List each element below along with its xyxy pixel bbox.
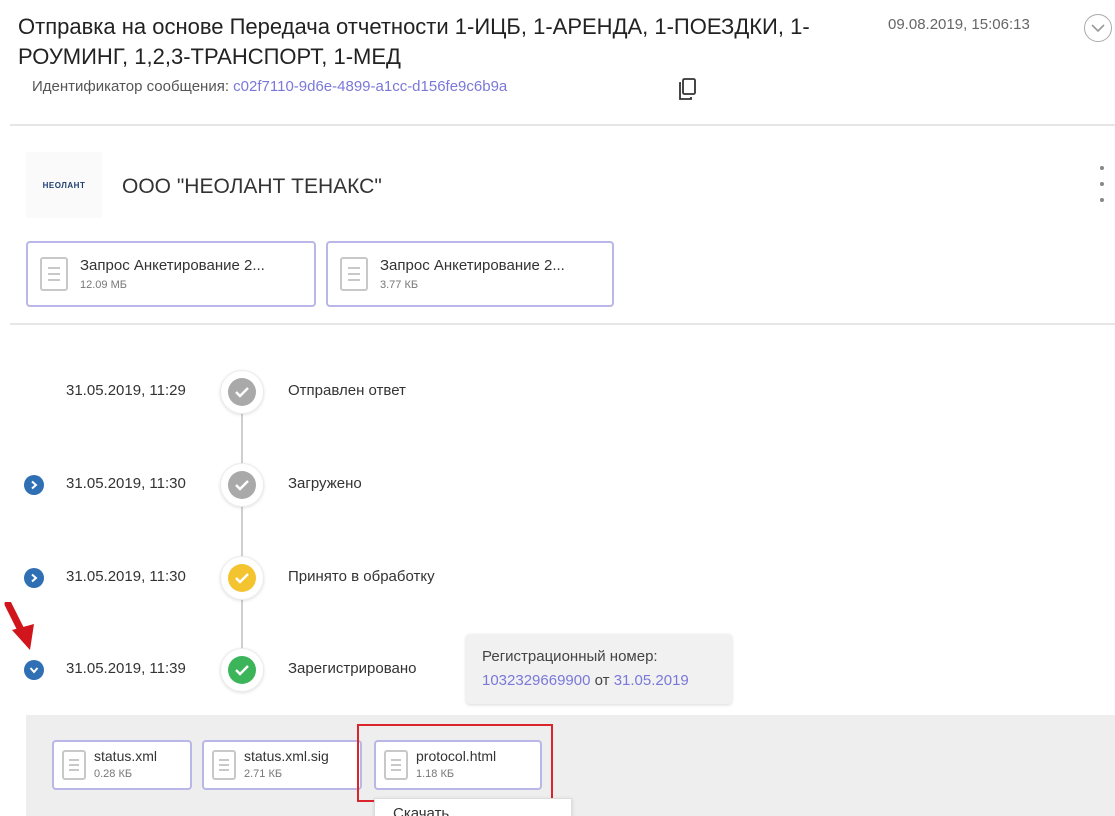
attachment-name: Запрос Анкетирование 2...: [380, 257, 565, 274]
result-file-name: status.xml.sig: [244, 748, 329, 764]
download-menu-item[interactable]: Скачать: [393, 805, 449, 816]
red-arrow-icon: [4, 602, 34, 650]
document-icon: [212, 750, 236, 780]
highlight-annotation: [357, 724, 553, 802]
more-options-icon[interactable]: [1096, 166, 1108, 202]
status-marker: [220, 648, 264, 692]
message-date: 09.08.2019, 15:06:13: [888, 16, 1030, 33]
result-file-size: 0.28 КБ: [94, 768, 133, 780]
check-icon: [228, 471, 256, 499]
timeline-row: 31.05.2019, 11:30 Загружено: [0, 463, 760, 507]
copy-icon[interactable]: [678, 78, 696, 100]
timeline-time: 31.05.2019, 11:39: [66, 660, 186, 677]
organization-logo-text: НЕОЛАНТ: [42, 180, 86, 190]
attachments-divider: [10, 323, 1115, 325]
result-file-name: status.xml: [94, 748, 158, 764]
result-file-card[interactable]: status.xml.sig 2.71 КБ: [202, 740, 362, 790]
status-marker: [220, 463, 264, 507]
registration-from-label: от: [594, 672, 610, 689]
result-file-size: 2.71 КБ: [244, 768, 283, 780]
document-icon: [340, 257, 368, 291]
message-id-row: Идентификатор сообщения: c02f7110-9d6e-4…: [32, 78, 507, 95]
message-id-label: Идентификатор сообщения:: [32, 78, 229, 95]
attachment-size: 3.77 КБ: [380, 279, 419, 291]
document-icon: [40, 257, 68, 291]
check-icon: [228, 564, 256, 592]
timeline-label: Зарегистрировано: [288, 660, 417, 677]
header-divider: [10, 124, 1115, 126]
check-icon: [228, 656, 256, 684]
status-marker: [220, 370, 264, 414]
expand-button[interactable]: [1084, 14, 1112, 42]
chevron-down-icon: [1091, 24, 1105, 33]
timeline-row: 31.05.2019, 11:30 Принято в обработку: [0, 556, 760, 600]
registration-date-link[interactable]: 31.05.2019: [614, 672, 689, 689]
message-header: Отправка на основе Передача отчетности 1…: [18, 12, 1115, 124]
message-title: Отправка на основе Передача отчетности 1…: [18, 14, 810, 69]
timeline-label: Отправлен ответ: [288, 382, 406, 399]
organization-logo: НЕОЛАНТ: [26, 152, 102, 218]
timeline-label: Загружено: [288, 475, 362, 492]
registration-line: 1032329669900 от 31.05.2019: [482, 672, 689, 689]
attachment-name: Запрос Анкетирование 2...: [80, 257, 265, 274]
attachment-card[interactable]: Запрос Анкетирование 2... 12.09 МБ: [26, 241, 316, 307]
attachment-size: 12.09 МБ: [80, 279, 127, 291]
status-marker: [220, 556, 264, 600]
timeline-time: 31.05.2019, 11:30: [66, 568, 186, 585]
document-icon: [62, 750, 86, 780]
message-id-link[interactable]: c02f7110-9d6e-4899-a1cc-d156fe9c6b9a: [233, 78, 507, 95]
check-icon: [228, 378, 256, 406]
file-context-menu: Скачать: [374, 798, 572, 816]
registration-tooltip: Регистрационный номер: 1032329669900 от …: [466, 634, 732, 704]
timeline-row: 31.05.2019, 11:29 Отправлен ответ: [0, 370, 760, 414]
collapse-row-chevron-icon[interactable]: [24, 660, 44, 680]
expand-row-chevron-icon[interactable]: [24, 475, 44, 495]
timeline-time: 31.05.2019, 11:30: [66, 475, 186, 492]
timeline-line: [241, 400, 243, 662]
organization-name: ООО "НЕОЛАНТ ТЕНАКС": [122, 175, 382, 198]
registration-number-link[interactable]: 1032329669900: [482, 672, 590, 689]
registration-title: Регистрационный номер:: [482, 648, 658, 665]
timeline-label: Принято в обработку: [288, 568, 435, 585]
result-file-card[interactable]: status.xml 0.28 КБ: [52, 740, 192, 790]
timeline-time: 31.05.2019, 11:29: [66, 382, 186, 399]
attachment-card[interactable]: Запрос Анкетирование 2... 3.77 КБ: [326, 241, 614, 307]
expand-row-chevron-icon[interactable]: [24, 568, 44, 588]
